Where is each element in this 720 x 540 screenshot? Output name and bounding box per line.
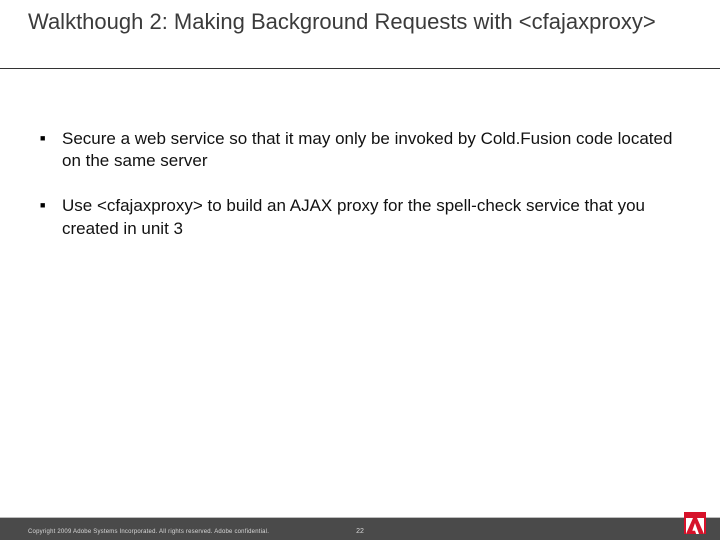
adobe-logo-icon	[684, 512, 706, 534]
list-item: Secure a web service so that it may only…	[40, 128, 680, 174]
slide-body: Secure a web service so that it may only…	[0, 36, 720, 242]
slide-title: Walkthough 2: Making Background Requests…	[28, 8, 720, 36]
title-block: Walkthough 2: Making Background Requests…	[0, 0, 720, 36]
title-rule	[0, 68, 720, 69]
footer-copyright: Copyright 2009 Adobe Systems Incorporate…	[28, 529, 269, 535]
footer-page-number: 22	[356, 528, 364, 535]
footer: Copyright 2009 Adobe Systems Incorporate…	[0, 516, 720, 540]
slide: Walkthough 2: Making Background Requests…	[0, 0, 720, 540]
bullet-list: Secure a web service so that it may only…	[40, 128, 680, 242]
list-item: Use <cfajaxproxy> to build an AJAX proxy…	[40, 195, 680, 241]
